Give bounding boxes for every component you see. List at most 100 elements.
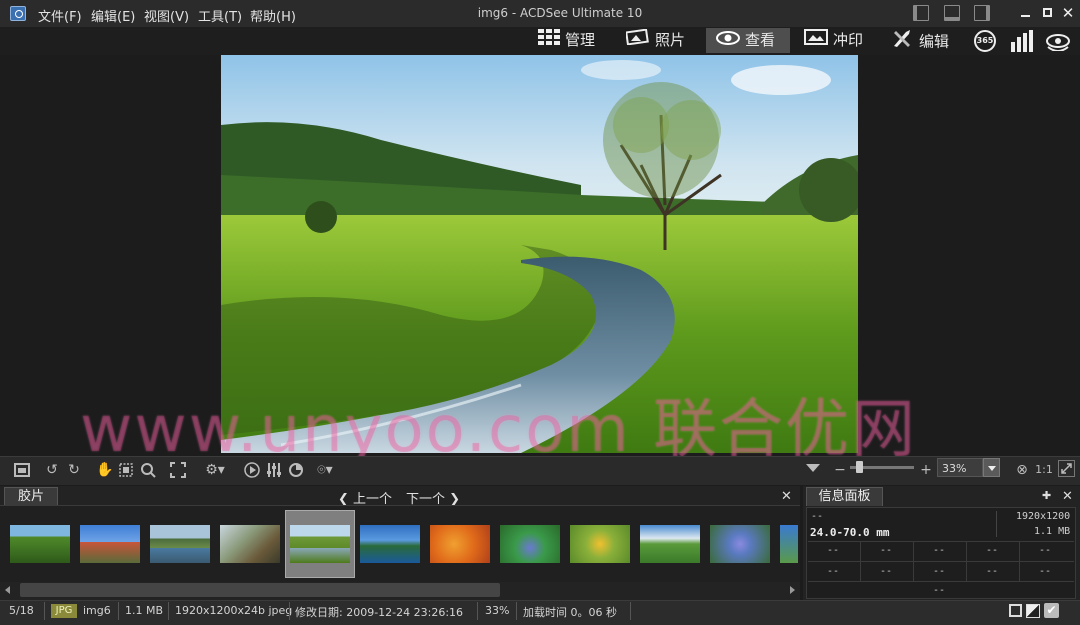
info-cell: -- [827, 566, 840, 577]
status-load-time: 加载时间 0。06 秒 [523, 606, 617, 619]
expand-icon[interactable] [1058, 460, 1075, 477]
layout-left-icon[interactable] [913, 5, 929, 21]
zoom-tool-icon[interactable] [140, 462, 156, 478]
info-panel-tab[interactable]: 信息面板 [806, 487, 883, 506]
info-grid-line [808, 541, 1074, 542]
menu-file[interactable]: 文件(F) [38, 6, 82, 25]
rotate-left-icon[interactable]: ↺ [44, 462, 60, 478]
thumbnail[interactable] [430, 525, 490, 563]
status-filename: img6 [83, 604, 111, 617]
info-grid-line [860, 541, 861, 581]
filmstrip-scrollbar[interactable] [20, 583, 500, 597]
status-filesize: 1.1 MB [125, 604, 164, 617]
filmstrip-tab[interactable]: 胶片 [4, 487, 58, 506]
adjust-sliders-icon[interactable] [266, 462, 282, 478]
window-title: img6 - ACDSee Ultimate 10 [477, 6, 643, 20]
zoom-in-icon[interactable]: + [918, 462, 934, 478]
eye-icon [716, 28, 740, 53]
thumbnail[interactable] [10, 525, 70, 563]
format-badge: JPG [51, 604, 77, 618]
hand-tool-icon[interactable]: ✋ [96, 462, 113, 478]
info-lens: 24.0-70.0 mm [810, 526, 890, 539]
mode-view-button[interactable]: 查看 [706, 28, 790, 53]
thumbnail[interactable] [290, 525, 350, 563]
menu-edit[interactable]: 编辑(E) [91, 6, 135, 25]
maximize-button[interactable] [1040, 5, 1056, 21]
info-panel-close-icon[interactable]: ✕ [1062, 489, 1073, 504]
layout-right-icon[interactable] [974, 5, 990, 21]
auto-lens-icon[interactable] [288, 462, 304, 478]
menu-view[interactable]: 视图(V) [144, 6, 189, 25]
slideshow-icon[interactable] [244, 462, 260, 478]
quick-view-icon[interactable] [1045, 31, 1071, 52]
mode-manage-button[interactable]: 管理 [530, 28, 608, 53]
thumbnail[interactable] [220, 525, 280, 563]
thumbnail[interactable] [150, 525, 210, 563]
develop-icon [804, 28, 828, 53]
zoom-fit-icon[interactable]: ⊗ [1014, 462, 1030, 478]
thumbnail[interactable] [500, 525, 560, 563]
info-cell: -- [880, 566, 893, 577]
thumbnail[interactable] [360, 525, 420, 563]
info-grid-line [808, 581, 1074, 582]
actual-size-button[interactable]: 1:1 [1034, 462, 1054, 478]
zoom-out-icon[interactable]: − [832, 462, 848, 478]
365-button[interactable]: 365 [974, 30, 996, 52]
status-position: 5/18 [9, 604, 34, 617]
selection-tool-icon[interactable] [118, 462, 134, 478]
thumbnail[interactable] [80, 525, 140, 563]
zoom-slider-thumb[interactable] [856, 461, 863, 473]
thumbnail[interactable] [640, 525, 700, 563]
info-cell: -- [986, 566, 999, 577]
status-separator [168, 602, 169, 620]
minimize-button[interactable] [1018, 5, 1034, 21]
info-cell: -- [986, 545, 999, 556]
fullscreen-icon[interactable] [170, 462, 186, 478]
info-resolution: 1920x1200 [1016, 511, 1071, 522]
histogram-icon[interactable] [1010, 30, 1034, 52]
info-footer: -- [933, 585, 946, 596]
info-top-left: -- [811, 511, 824, 522]
info-cell: -- [1039, 545, 1052, 556]
info-grid-line [1019, 541, 1020, 581]
zoom-dropdown-button[interactable] [983, 458, 1000, 477]
scroll-right-icon[interactable] [790, 586, 795, 594]
status-separator [289, 602, 290, 620]
tools-icon [892, 28, 914, 56]
mode-edit-button[interactable]: 编辑 [888, 28, 964, 53]
view-normal-icon[interactable] [1009, 604, 1022, 617]
info-cell: -- [933, 566, 946, 577]
check-icon[interactable]: ✔ [1044, 603, 1059, 618]
menu-help[interactable]: 帮助(H) [250, 6, 296, 25]
collapse-arrow-icon[interactable] [806, 464, 820, 472]
filmstrip-toggle-icon[interactable] [14, 462, 30, 478]
info-cell: -- [880, 545, 893, 556]
status-separator [44, 602, 45, 620]
rotate-right-icon[interactable]: ↻ [66, 462, 82, 478]
scroll-left-icon[interactable] [5, 586, 10, 594]
app-icon[interactable] [10, 6, 26, 21]
info-filesize: 1.1 MB [1034, 526, 1071, 537]
zoom-level-field[interactable]: 33% [937, 458, 983, 477]
photos-icon [625, 28, 650, 53]
menu-tools[interactable]: 工具(T) [198, 6, 242, 25]
status-modified: 修改日期: 2009-12-24 23:26:16 [295, 606, 464, 619]
settings-dropdown-icon[interactable]: ⚙▾ [202, 462, 228, 478]
status-separator [477, 602, 478, 620]
info-cell: -- [827, 545, 840, 556]
mode-print-button[interactable]: 冲印 [800, 28, 878, 53]
face-detect-icon[interactable]: ⌾▾ [312, 462, 338, 478]
status-separator [516, 602, 517, 620]
pin-icon[interactable]: ✚ [1042, 489, 1051, 502]
status-zoom: 33% [485, 604, 510, 617]
mode-photos-button[interactable]: 照片 [620, 28, 698, 53]
thumbnail[interactable] [570, 525, 630, 563]
filmstrip-close-icon[interactable]: ✕ [781, 489, 792, 504]
thumbnail[interactable] [780, 525, 798, 563]
status-separator [630, 602, 631, 620]
layout-bottom-icon[interactable] [944, 5, 960, 21]
info-grid-line [808, 561, 1074, 562]
thumbnail[interactable] [710, 525, 770, 563]
close-button[interactable]: ✕ [1060, 5, 1076, 21]
view-compare-icon[interactable] [1026, 604, 1040, 618]
